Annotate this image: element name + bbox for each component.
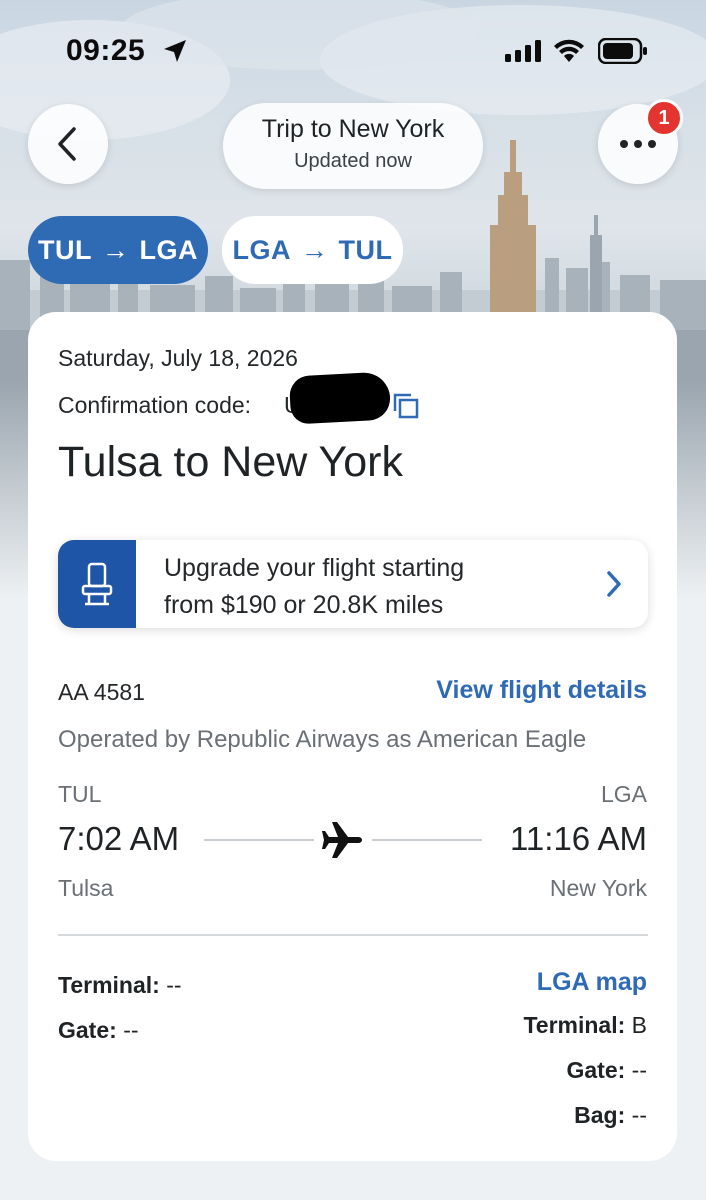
arrival-gate-value: -- [631,1057,647,1083]
arrow-right-icon: → [101,234,130,265]
status-time: 09:25 [66,34,146,67]
notification-badge: 1 [645,99,683,137]
arrival-time: 11:16 AM [510,820,647,857]
arrival-bag: Bag: -- [574,1102,647,1129]
arrival-terminal-label: Terminal: [523,1012,626,1038]
trip-header: Trip to New York Updated now [223,103,483,189]
route-line-left [204,839,314,841]
operated-by: Operated by Republic Airways as American… [58,726,587,753]
departure-code: TUL [58,781,102,807]
arrow-right-icon: → [301,234,329,265]
seat-icon [81,562,113,606]
departure-city: Tulsa [58,875,114,901]
upgrade-icon-box [58,540,136,628]
trip-title: Trip to New York [261,115,445,143]
confirmation-label: Confirmation code: [58,392,252,418]
route-title: Tulsa to New York [58,438,403,486]
departure-gate: Gate: -- [58,1017,139,1044]
airplane-icon [322,822,362,858]
divider [58,934,648,936]
tab-origin: LGA [232,234,291,265]
arrival-bag-value: -- [631,1102,647,1128]
tab-destination: TUL [338,234,393,265]
ellipsis-icon [620,140,656,148]
trip-updated-status: Updated now [294,150,412,172]
upgrade-line-1: Upgrade your flight starting [164,554,465,582]
back-button[interactable] [28,104,108,184]
arrival-gate: Gate: -- [566,1057,647,1084]
location-arrow-icon [164,40,186,62]
tab-tul-lga[interactable]: TUL → LGA [28,216,208,284]
chevron-left-icon [58,127,76,161]
upgrade-line-2: from $190 or 20.8K miles [164,591,444,619]
upgrade-banner[interactable]: Upgrade your flight starting from $190 o… [58,540,648,628]
arrival-code: LGA [600,781,647,807]
flight-card: Saturday, July 18, 2026 Confirmation cod… [28,312,677,1161]
departure-terminal: Terminal: -- [58,972,182,999]
copy-icon[interactable] [392,392,420,420]
view-flight-details-link[interactable]: View flight details [436,676,647,705]
lga-map-link[interactable]: LGA map [537,968,647,997]
arrival-terminal-value: B [631,1012,647,1038]
arrival-terminal: Terminal: B [523,1012,647,1039]
tab-origin: TUL [38,234,92,265]
cellular-signal-icon [505,40,541,62]
departure-gate-value: -- [123,1017,139,1043]
upgrade-text: Upgrade your flight starting from $190 o… [164,550,564,624]
wifi-icon [554,39,584,62]
departure-gate-label: Gate: [58,1017,117,1043]
arrival-city: New York [549,875,647,901]
route-line-right [372,839,482,841]
flight-number: AA 4581 [58,679,145,705]
battery-icon [598,38,647,64]
flight-date: Saturday, July 18, 2026 [58,345,298,371]
chevron-right-icon [607,571,621,597]
departure-time: 7:02 AM [58,820,180,857]
tab-destination: LGA [139,234,198,265]
tab-lga-tul[interactable]: LGA → TUL [222,216,403,284]
departure-terminal-label: Terminal: [58,972,160,998]
arrival-bag-label: Bag: [574,1102,626,1128]
confirmation-code-redacted [288,371,392,425]
departure-terminal-value: -- [166,972,182,998]
arrival-gate-label: Gate: [566,1057,626,1083]
